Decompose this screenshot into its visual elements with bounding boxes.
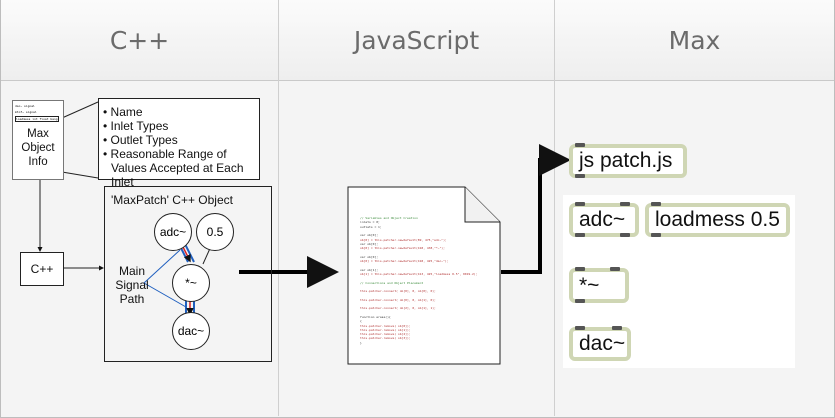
bullet-item: • Outlet Types bbox=[103, 133, 178, 147]
maxpatch-title: 'MaxPatch' C++ Object bbox=[111, 193, 233, 207]
bullet-item: • Reasonable Range of Values Accepted at… bbox=[103, 147, 244, 189]
cpp-box: C++ bbox=[20, 252, 64, 286]
max-object-dac: dac~ bbox=[569, 327, 631, 361]
max-object-label: loadmess 0.5 bbox=[655, 208, 780, 231]
outlet bbox=[651, 233, 661, 237]
inlet bbox=[612, 326, 622, 330]
main-signal-path-label: Main Signal Path bbox=[115, 264, 149, 306]
code-line: this.patcher.connect( ob[0], 0, ob[1], 0… bbox=[360, 297, 436, 302]
node-number: 0.5 bbox=[196, 213, 234, 251]
object-info-bullets: • Name • Inlet Types • Outlet Types • Re… bbox=[98, 98, 260, 189]
code-line: function erase(){ bbox=[360, 314, 391, 319]
outlet bbox=[575, 299, 585, 303]
code-line: ob[1] = this.patcher.newdefault(413, 425… bbox=[360, 271, 478, 276]
thumb-line: loadmess int float bang bbox=[15, 116, 59, 122]
code-line: this.patcher.connect( ob[0], 0, ob[0], 0… bbox=[360, 289, 436, 294]
inlet bbox=[610, 267, 620, 271]
max-object-label: *~ bbox=[579, 273, 600, 297]
code-line: ob[0] = this.patcher.newdefault(418, 425… bbox=[360, 259, 449, 263]
connector-line bbox=[61, 171, 99, 179]
bullet-item: • Inlet Types bbox=[103, 119, 169, 133]
max-object-info-label: Max Object Info bbox=[21, 128, 55, 168]
inlet bbox=[575, 202, 585, 206]
inlet bbox=[575, 326, 585, 330]
max-object-adc: adc~ bbox=[569, 203, 639, 237]
node-multiply: *~ bbox=[172, 264, 210, 302]
code-line: outlets = 1; bbox=[360, 224, 382, 229]
code-line: this.patcher.remove( ob[3]); bbox=[360, 336, 411, 341]
inlet bbox=[620, 202, 630, 206]
max-object-label: dac~ bbox=[579, 332, 626, 355]
bullet-item: • Name bbox=[103, 105, 143, 119]
outlet bbox=[620, 233, 630, 237]
cpp-box-label: C++ bbox=[30, 262, 54, 276]
connector-line bbox=[61, 101, 99, 119]
thumb-line: mtof~ signal bbox=[15, 110, 37, 114]
node-dac: dac~ bbox=[172, 312, 210, 350]
max-object-info-card: dac~ signal mtof~ signal loadmess int fl… bbox=[12, 100, 64, 180]
code-line: } bbox=[360, 340, 362, 345]
code-line: this.patcher.connect( ob[2], 0, ob[1], 1… bbox=[360, 306, 436, 311]
max-object-label: js patch.js bbox=[579, 149, 673, 172]
inlet bbox=[575, 267, 585, 271]
max-object-loadmess: loadmess 0.5 bbox=[645, 203, 790, 237]
outlet bbox=[575, 233, 585, 237]
code-line: ob[0] = this.patcher.newdefault(418, 438… bbox=[360, 246, 445, 251]
max-object-label: adc~ bbox=[579, 208, 626, 231]
inlet bbox=[575, 143, 585, 147]
max-object-multiply: *~ bbox=[569, 268, 629, 303]
inlet bbox=[651, 202, 661, 206]
outlet bbox=[575, 174, 585, 178]
thumb-line: dac~ signal bbox=[15, 104, 35, 108]
node-adc: adc~ bbox=[154, 213, 192, 251]
arrow-js-to-max bbox=[501, 144, 571, 274]
code-line: // Connections and Object Placement bbox=[360, 280, 424, 285]
max-object-js-patch: js patch.js bbox=[569, 144, 687, 178]
